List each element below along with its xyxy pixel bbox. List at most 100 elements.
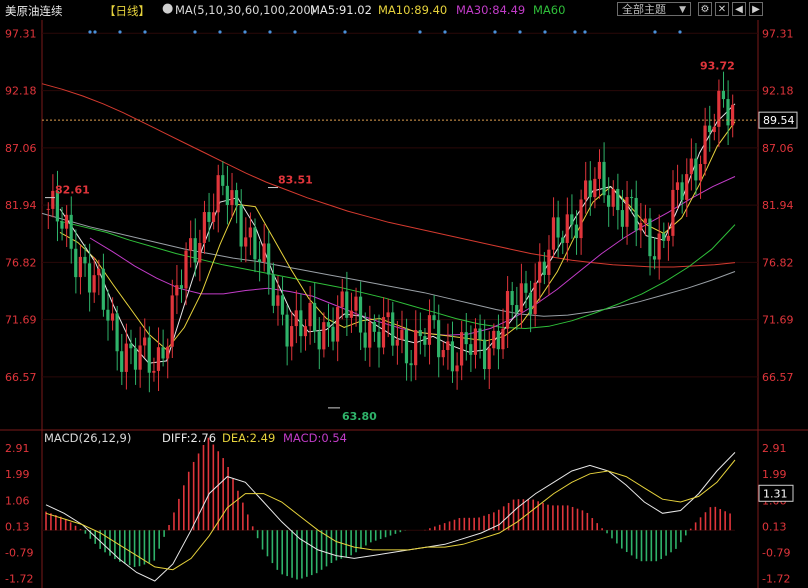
candle-body	[469, 344, 473, 355]
price-annotation: 83.51	[278, 174, 313, 187]
candle-body	[267, 243, 271, 275]
candle-body	[225, 185, 229, 206]
candle-body	[712, 126, 716, 133]
candle-body	[662, 233, 666, 241]
candle-body	[120, 351, 124, 372]
candle-body	[78, 256, 82, 278]
macd-diff: DIFF:2.76	[162, 431, 216, 445]
candle-body	[92, 275, 96, 293]
macd-tick-label: -0.79	[762, 546, 790, 559]
candle-body	[639, 222, 643, 231]
macd-tick-label: 0.13	[5, 521, 30, 534]
candle-body	[717, 90, 721, 127]
signal-dot	[443, 30, 447, 34]
candle-body	[345, 291, 349, 318]
candle-body	[675, 182, 680, 190]
candle-body	[597, 161, 601, 179]
candle-body	[455, 365, 459, 372]
candle-body	[542, 261, 546, 275]
candle-body	[584, 180, 588, 200]
price-tick-label: 92.18	[762, 85, 794, 98]
candle-body	[147, 337, 151, 373]
candle-body	[414, 330, 418, 366]
candle-body	[133, 348, 138, 370]
candle-body	[432, 315, 436, 321]
candle-body	[519, 283, 523, 313]
price-tick-label: 92.18	[5, 85, 37, 98]
candle-body	[110, 313, 115, 321]
candle-body	[368, 321, 372, 348]
candle-body	[561, 237, 565, 243]
candle-body	[648, 218, 652, 257]
signal-dot	[573, 30, 577, 34]
chart-canvas[interactable]: 97.31 97.31 92.18 92.18 87.06 87.06 81.94 81.94…	[0, 0, 808, 588]
candle-body	[528, 292, 533, 315]
candle-body	[207, 212, 211, 222]
signal-dot	[418, 30, 422, 34]
signal-dot	[583, 30, 587, 34]
candle-body	[179, 285, 183, 289]
candle-body	[313, 302, 317, 332]
candle-body	[386, 312, 390, 318]
macd-current-label: 1.31	[763, 487, 788, 500]
candle-body	[680, 182, 684, 200]
macd-tick-label: 2.91	[762, 442, 787, 455]
candle-body	[611, 188, 615, 207]
candle-body	[689, 158, 693, 175]
candle-body	[230, 190, 234, 206]
candle-body	[437, 320, 441, 358]
candle-body	[510, 291, 514, 306]
candle-body	[106, 309, 110, 321]
candle-body	[671, 189, 675, 236]
candle-body	[184, 250, 188, 289]
candle-body	[124, 343, 128, 372]
candle-body	[423, 336, 427, 345]
price-tick-label: 66.57	[762, 371, 794, 384]
candle-body	[616, 188, 620, 211]
candle-body	[46, 208, 50, 210]
candle-body	[478, 328, 482, 340]
candle-body	[721, 90, 726, 100]
candle-body	[74, 248, 78, 278]
candle-body	[395, 339, 399, 346]
candle-body	[143, 337, 147, 346]
candle-body	[482, 339, 487, 370]
price-annotation: 82.61	[55, 184, 90, 197]
candle-body	[166, 346, 170, 359]
price-tick-label: 97.31	[762, 27, 794, 40]
candle-body	[446, 341, 450, 351]
candle-body	[349, 310, 353, 318]
current-price-label: 89.54	[763, 114, 795, 127]
macd-tick-label: 1.06	[5, 494, 30, 507]
signal-dot	[193, 30, 197, 34]
candle-body	[129, 343, 133, 349]
ma60-line	[59, 220, 736, 330]
candle-body	[694, 158, 698, 181]
candle-body	[666, 235, 670, 241]
price-tick-label: 71.69	[5, 314, 37, 327]
price-tick-label: 87.06	[5, 142, 37, 155]
macd-value: MACD:0.54	[283, 431, 347, 445]
candle-body	[505, 291, 510, 329]
signal-dot	[678, 30, 682, 34]
candle-body	[515, 305, 519, 313]
candle-body	[175, 285, 179, 296]
price-tick-label: 76.82	[5, 256, 37, 269]
price-tick-label: 97.31	[5, 27, 37, 40]
macd-params: MACD(26,12,9)	[44, 431, 131, 445]
candle-body	[620, 210, 624, 227]
candle-body	[450, 341, 455, 372]
macd-tick-label: 0.13	[762, 521, 787, 534]
candle-body	[271, 274, 275, 306]
candle-body	[87, 263, 92, 293]
candle-body	[299, 310, 303, 337]
candle-body	[290, 326, 294, 347]
candle-body	[551, 217, 556, 250]
candle-body	[161, 347, 165, 359]
candle-body	[253, 227, 257, 260]
macd-tick-label: -1.72	[762, 573, 790, 586]
candle-body	[593, 178, 597, 198]
candle-body	[606, 195, 611, 207]
candle-body	[358, 296, 363, 333]
candle-body	[202, 212, 206, 243]
